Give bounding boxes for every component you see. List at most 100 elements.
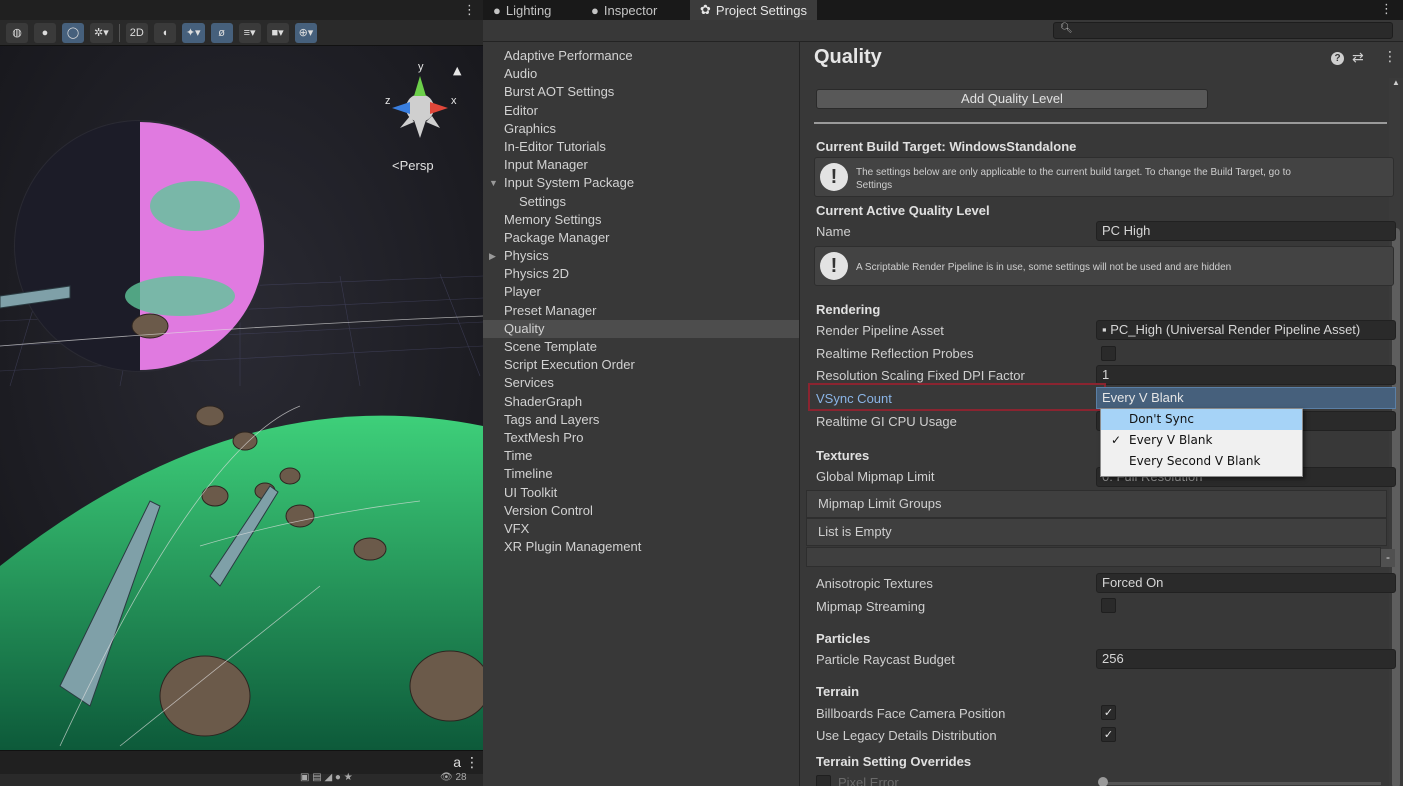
particle-raycast-budget-field[interactable]: 256 — [1096, 649, 1396, 669]
audio-icon[interactable]: ◖ — [153, 22, 176, 43]
sidebar-item-adaptive-performance[interactable]: Adaptive Performance — [483, 47, 799, 65]
sidebar-item-physics-2d[interactable]: Physics 2D — [483, 265, 799, 283]
kebab-menu-icon[interactable]: ⋮ — [1383, 48, 1397, 65]
scrollbar-thumb[interactable] — [1392, 228, 1400, 786]
mipmap-streaming-checkbox[interactable] — [1101, 598, 1116, 613]
terrain-overrides-heading: Terrain Setting Overrides — [816, 754, 972, 769]
render-pipeline-asset-field[interactable]: ▪ PC_High (Universal Render Pipeline Ass… — [1096, 320, 1396, 340]
sidebar-item-version-control[interactable]: Version Control — [483, 502, 799, 520]
scroll-up-icon[interactable]: ▲ — [1392, 78, 1400, 87]
sidebar-item-time[interactable]: Time — [483, 447, 799, 465]
kebab-menu-icon[interactable]: ⋮ — [465, 754, 479, 771]
scene-viewport[interactable]: y x z ▲ — [0, 46, 483, 750]
sidebar-item-vfx[interactable]: VFX — [483, 520, 799, 538]
sidebar-item-memory-settings[interactable]: Memory Settings — [483, 211, 799, 229]
rendering-heading: Rendering — [816, 302, 881, 317]
sidebar-item-textmesh-pro[interactable]: TextMesh Pro — [483, 429, 799, 447]
shaded-sphere-icon[interactable]: ● — [34, 22, 56, 43]
gizmos-icon[interactable]: ⊕▾ — [294, 22, 318, 43]
sidebar-item-quality[interactable]: Quality — [483, 319, 799, 338]
billboards-face-camera-checkbox[interactable]: ✓ — [1101, 705, 1116, 720]
sidebar-item-physics[interactable]: ▶ Physics — [483, 247, 799, 265]
realtime-gi-cpu-label: Realtime GI CPU Usage — [816, 414, 957, 429]
list-footer — [806, 547, 1381, 567]
toggle-2d-button[interactable]: 2D — [125, 22, 148, 43]
realtime-reflection-probes-checkbox[interactable] — [1101, 346, 1116, 361]
toolbar-divider — [118, 23, 120, 42]
sidebar-item-input-system-package[interactable]: ▼ Input System Package — [483, 174, 799, 192]
vsync-option-every-second-v-blank[interactable]: Every Second V Blank — [1101, 451, 1302, 472]
divider — [814, 122, 1387, 124]
anisotropic-textures-dropdown[interactable]: Forced On — [1096, 573, 1396, 593]
search-input[interactable]: 🔍︎ — [1053, 22, 1393, 39]
realtime-reflection-probes-label: Realtime Reflection Probes — [816, 346, 974, 361]
sidebar-item-burst-aot-settings[interactable]: Burst AOT Settings — [483, 83, 799, 101]
help-icon[interactable]: ? — [1331, 52, 1344, 65]
sidebar-item-input-system-settings[interactable]: Settings — [483, 193, 799, 211]
project-settings-window: ● Lighting ● Inspector ✿ Project Setting… — [483, 0, 1403, 786]
sidebar-item-package-manager[interactable]: Package Manager — [483, 229, 799, 247]
resolution-scaling-field[interactable]: 1 — [1096, 365, 1396, 385]
tab-project-settings[interactable]: ✿ Project Settings — [690, 0, 817, 20]
lock-icon[interactable]: a — [453, 754, 461, 770]
quality-name-field[interactable]: PC High — [1096, 221, 1396, 241]
tab-label: Lighting — [505, 2, 552, 18]
sidebar-item-label: Input System Package — [504, 175, 635, 191]
warning-icon: ! — [820, 252, 848, 280]
sidebar-item-ui-toolkit[interactable]: UI Toolkit — [483, 484, 799, 502]
pixel-error-override-checkbox[interactable] — [816, 775, 831, 786]
tab-inspector[interactable]: ● Inspector — [581, 0, 667, 20]
sidebar-item-script-execution-order[interactable]: Script Execution Order — [483, 356, 799, 374]
vsync-count-dropdown[interactable]: Every V Blank — [1096, 387, 1396, 409]
option-label: Don't Sync — [1129, 412, 1194, 426]
sidebar-item-graphics[interactable]: Graphics — [483, 120, 799, 138]
expand-arrow-icon[interactable]: ▼ — [489, 174, 498, 192]
vsync-option-every-v-blank[interactable]: ✓ Every V Blank — [1101, 430, 1302, 451]
sidebar-item-scene-template[interactable]: Scene Template — [483, 338, 799, 356]
preset-icon[interactable]: ⇄ — [1352, 49, 1364, 66]
sidebar-item-audio[interactable]: Audio — [483, 65, 799, 83]
pixel-error-slider-knob[interactable] — [1098, 777, 1108, 786]
projection-toggle[interactable]: <Persp — [392, 158, 434, 173]
sidebar-item-editor[interactable]: Editor — [483, 102, 799, 120]
sidebar-item-input-manager[interactable]: Input Manager — [483, 156, 799, 174]
lightbulb-icon: ● — [493, 2, 501, 18]
remove-item-button[interactable]: - — [1381, 549, 1395, 567]
sidebar-item-player[interactable]: Player — [483, 283, 799, 301]
mipmap-limit-groups-header[interactable]: Mipmap Limit Groups — [806, 490, 1387, 518]
gizmo-lock-icon[interactable]: ▲ — [453, 64, 462, 77]
kebab-menu-icon[interactable]: ⋮ — [1380, 1, 1393, 17]
scene-view[interactable]: ⋮ ◍ ● ◯ ✲▾ 2D ◖ ✦▾ ø ≡▾ ■▾ ⊕▾ y x z ▲ <P… — [0, 0, 483, 786]
visibility-icon[interactable]: ø — [210, 22, 233, 43]
sidebar-item-shadergraph[interactable]: ShaderGraph — [483, 393, 799, 411]
page-title: Quality — [814, 46, 882, 68]
terrain-heading: Terrain — [816, 684, 860, 699]
add-quality-level-button[interactable]: Add Quality Level — [816, 89, 1208, 109]
legacy-details-checkbox[interactable]: ✓ — [1101, 727, 1116, 742]
kebab-menu-icon[interactable]: ⋮ — [463, 2, 476, 18]
scene-toolbar: ◍ ● ◯ ✲▾ 2D ◖ ✦▾ ø ≡▾ ■▾ ⊕▾ — [0, 20, 483, 46]
tab-lighting[interactable]: ● Lighting — [483, 0, 561, 20]
pixel-error-slider-track[interactable] — [1101, 782, 1381, 785]
collapse-arrow-icon[interactable]: ▶ — [489, 247, 496, 265]
billboards-face-camera-label: Billboards Face Camera Position — [816, 706, 1006, 721]
sidebar-item-tags-and-layers[interactable]: Tags and Layers — [483, 411, 799, 429]
sidebar-item-services[interactable]: Services — [483, 374, 799, 392]
sidebar-item-timeline[interactable]: Timeline — [483, 465, 799, 483]
sidebar-item-xr-plugin-management[interactable]: XR Plugin Management — [483, 538, 799, 556]
vsync-option-dont-sync[interactable]: Don't Sync — [1101, 409, 1302, 430]
chevron-left-icon: < — [392, 158, 400, 173]
globe-icon[interactable]: ◍ — [6, 22, 28, 43]
layer-icons[interactable]: ▣ ▤ ◢ ● ★ — [300, 772, 353, 783]
sidebar-item-preset-manager[interactable]: Preset Manager — [483, 302, 799, 320]
wire-sphere-icon[interactable]: ◯ — [62, 22, 84, 43]
grid-icon[interactable]: ≡▾ — [238, 22, 261, 43]
tab-label: Inspector — [603, 2, 658, 18]
effects-icon[interactable]: ✦▾ — [181, 22, 205, 43]
vsync-dropdown-menu: Don't Sync ✓ Every V Blank Every Second … — [1100, 408, 1303, 477]
active-quality-heading: Current Active Quality Level — [816, 203, 990, 218]
legacy-details-label: Use Legacy Details Distribution — [816, 728, 997, 743]
camera-icon[interactable]: ■▾ — [266, 22, 289, 43]
bug-icon[interactable]: ✲▾ — [90, 22, 113, 43]
sidebar-item-in-editor-tutorials[interactable]: In-Editor Tutorials — [483, 138, 799, 156]
